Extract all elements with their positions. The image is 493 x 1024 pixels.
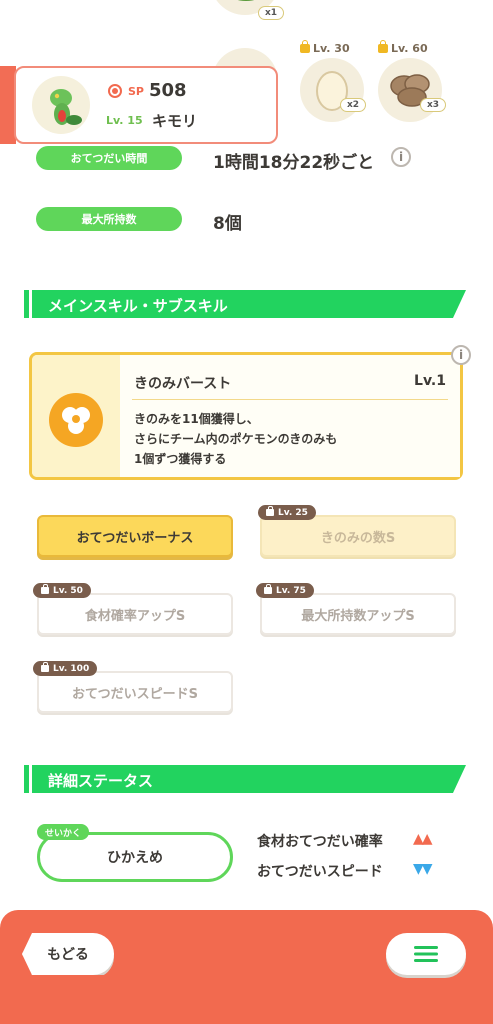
sub-skill-inventory-up-s[interactable]: 最大所持数アップS [260,593,456,635]
nature-up-stat: 食材おてつだい確率 [257,834,383,850]
lock-icon [41,584,49,594]
main-skill-info-icon[interactable]: i [451,345,471,365]
menu-button[interactable] [386,933,466,975]
unlock-level-tag: Lv. 60 [378,40,428,55]
treecko-icon [50,89,82,125]
berry-burst-icon [49,393,103,447]
sub-skill-berry-count-s[interactable]: きのみの数S [260,515,456,557]
lock-icon [264,584,272,594]
ingredient-slot-3: Lv. 60 x3 [378,40,450,122]
main-skill-divider [132,399,448,400]
main-skill-desc-line3: 1個ずつ獲得する [134,452,227,466]
pokemon-avatar [32,76,90,134]
max-carry-label: 最大所持数 [36,207,182,231]
unlock-badge-lv50: Lv. 50 [33,583,91,598]
sp-value: 508 [149,80,187,101]
help-time-value: 1時間18分22秒ごと [213,153,375,173]
lock-icon [266,506,274,516]
ingredient-quantity: x3 [420,98,447,112]
max-carry-value: 8個 [213,214,242,234]
main-skill-card[interactable]: きのみバースト Lv.1 きのみを11個獲得し、 さらにチーム内のポケモンのきの… [29,352,463,480]
lock-icon [41,662,49,672]
ingredient-quantity: x2 [340,98,367,112]
main-skill-level: Lv.1 [414,373,446,389]
nature-down-stat: おてつだいスピード [257,864,383,880]
nature-up-marks: ▲▲ [413,831,432,847]
nature-tag: せいかく [37,824,90,840]
hamburger-menu-icon [414,946,438,962]
unlock-badge-lv75: Lv. 75 [256,583,314,598]
help-time-label: おてつだい時間 [36,146,182,170]
sub-skill-ingredient-finder-s[interactable]: 食材確率アップS [37,593,233,635]
main-skill-name: きのみバースト [134,376,232,392]
help-time-info-icon[interactable]: i [391,147,411,167]
skills-section-title: メインスキル・サブスキル [48,297,228,315]
ingredient-slot-2: Lv. 30 x2 [300,40,372,122]
details-section-title: 詳細ステータス [48,772,154,790]
ingredient-quantity: x1 [258,6,285,20]
main-skill-desc-line2: さらにチーム内のポケモンのきのみも [134,432,338,446]
skills-section-header: メインスキル・サブスキル [24,290,466,318]
herb-icon [237,0,255,1]
main-skill-desc-line1: きのみを11個獲得し、 [134,412,259,426]
sub-skill-helping-speed-s[interactable]: おてつだいスピードS [37,671,233,713]
sub-skill-helping-bonus[interactable]: おてつだいボーナス [37,515,233,557]
unlock-badge-lv100: Lv. 100 [33,661,98,676]
pokeball-icon [108,84,122,98]
back-button[interactable]: もどる [22,933,114,975]
pokemon-header-card[interactable]: SP 508 Lv. 15 キモリ [14,66,278,144]
pokemon-name: キモリ [152,112,198,130]
details-section-header: 詳細ステータス [24,765,466,793]
nature-down-marks: ▼▼ [413,861,432,877]
unlock-badge-lv25: Lv. 25 [258,505,316,520]
ingredient-slot-1: x1 [210,0,285,20]
lock-icon [300,40,310,53]
lock-icon [378,40,388,53]
unlock-level-tag: Lv. 30 [300,40,350,55]
sp-label: SP [128,85,144,98]
pokemon-level: Lv. 15 [106,114,143,127]
